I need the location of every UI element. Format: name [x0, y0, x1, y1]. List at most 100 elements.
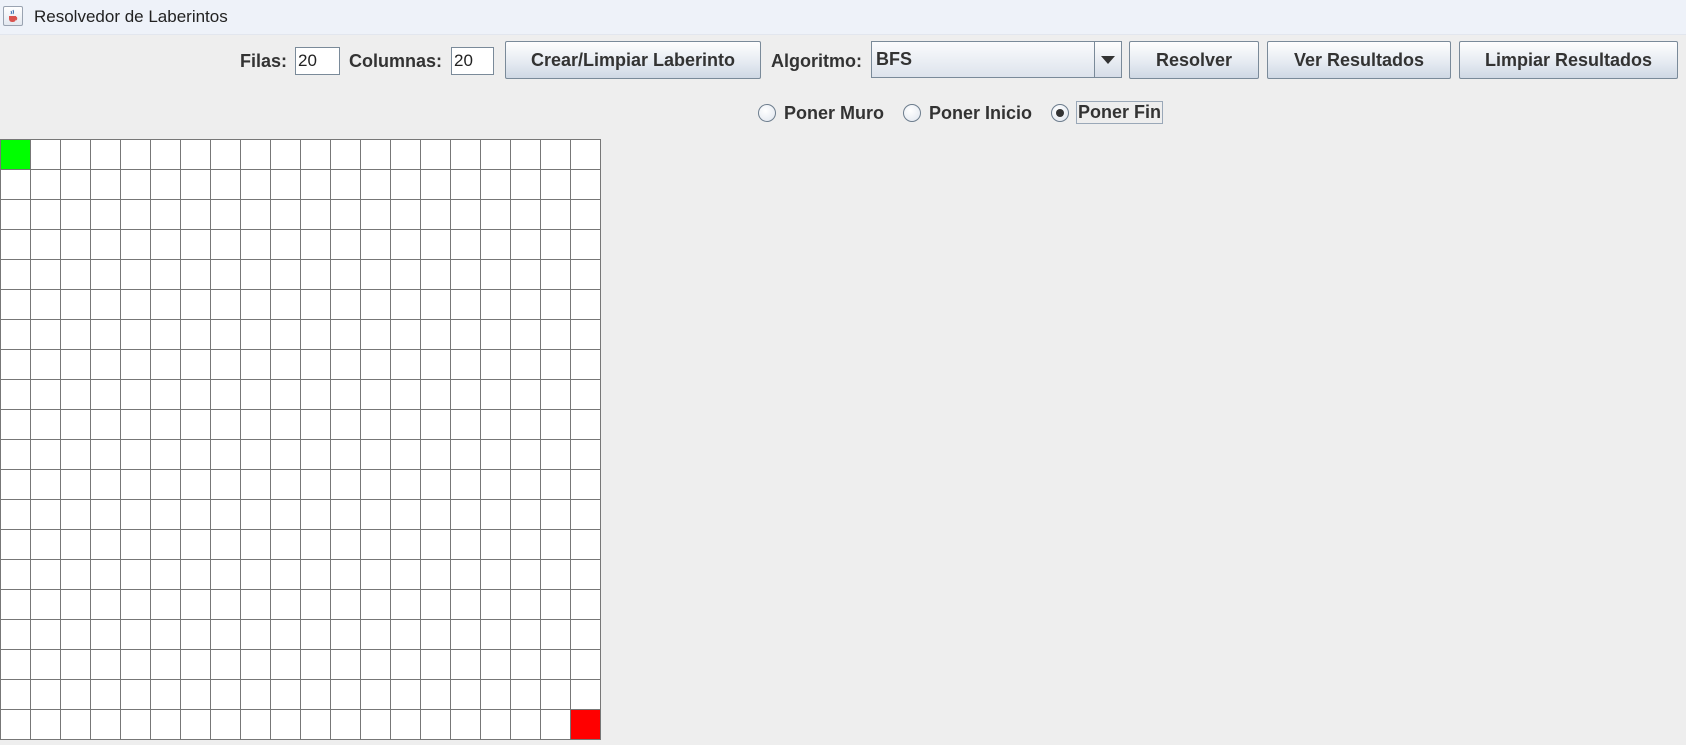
maze-cell[interactable]: [91, 290, 121, 320]
maze-cell[interactable]: [391, 200, 421, 230]
maze-cell[interactable]: [421, 500, 451, 530]
maze-cell[interactable]: [331, 140, 361, 170]
maze-cell[interactable]: [91, 230, 121, 260]
maze-cell[interactable]: [211, 560, 241, 590]
maze-cell[interactable]: [511, 170, 541, 200]
maze-cell[interactable]: [31, 680, 61, 710]
maze-cell[interactable]: [361, 560, 391, 590]
maze-cell[interactable]: [151, 590, 181, 620]
maze-cell[interactable]: [391, 680, 421, 710]
maze-cell[interactable]: [331, 530, 361, 560]
maze-cell[interactable]: [331, 410, 361, 440]
maze-cell[interactable]: [211, 320, 241, 350]
maze-cell[interactable]: [121, 200, 151, 230]
maze-cell[interactable]: [1, 500, 31, 530]
maze-cell[interactable]: [271, 530, 301, 560]
maze-cell[interactable]: [151, 260, 181, 290]
maze-cell[interactable]: [1, 560, 31, 590]
maze-cell[interactable]: [331, 380, 361, 410]
clear-results-button[interactable]: Limpiar Resultados: [1459, 41, 1678, 79]
maze-cell[interactable]: [361, 200, 391, 230]
maze-cell[interactable]: [541, 560, 571, 590]
maze-cell[interactable]: [361, 380, 391, 410]
maze-cell[interactable]: [481, 380, 511, 410]
maze-cell[interactable]: [421, 200, 451, 230]
maze-cell[interactable]: [121, 170, 151, 200]
maze-cell[interactable]: [151, 290, 181, 320]
maze-cell[interactable]: [211, 650, 241, 680]
maze-cell[interactable]: [541, 530, 571, 560]
maze-cell[interactable]: [511, 260, 541, 290]
maze-cell[interactable]: [241, 260, 271, 290]
maze-cell[interactable]: [91, 650, 121, 680]
maze-cell[interactable]: [121, 650, 151, 680]
maze-cell[interactable]: [391, 470, 421, 500]
maze-cell[interactable]: [511, 410, 541, 440]
maze-cell[interactable]: [121, 380, 151, 410]
maze-cell[interactable]: [421, 620, 451, 650]
maze-cell[interactable]: [331, 260, 361, 290]
maze-cell[interactable]: [211, 680, 241, 710]
maze-cell[interactable]: [31, 590, 61, 620]
maze-cell[interactable]: [211, 500, 241, 530]
maze-cell[interactable]: [211, 260, 241, 290]
maze-cell[interactable]: [451, 260, 481, 290]
maze-cell[interactable]: [301, 170, 331, 200]
maze-cell[interactable]: [571, 170, 601, 200]
maze-cell[interactable]: [181, 440, 211, 470]
maze-cell[interactable]: [331, 290, 361, 320]
maze-cell[interactable]: [151, 410, 181, 440]
maze-cell[interactable]: [121, 710, 151, 740]
maze-cell[interactable]: [541, 380, 571, 410]
maze-cell[interactable]: [151, 320, 181, 350]
maze-cell[interactable]: [421, 320, 451, 350]
maze-cell[interactable]: [271, 590, 301, 620]
maze-cell[interactable]: [421, 680, 451, 710]
maze-cell[interactable]: [121, 230, 151, 260]
maze-grid[interactable]: [0, 139, 601, 740]
maze-cell[interactable]: [211, 470, 241, 500]
maze-cell[interactable]: [31, 260, 61, 290]
maze-cell[interactable]: [271, 680, 301, 710]
maze-cell[interactable]: [151, 470, 181, 500]
maze-cell[interactable]: [31, 500, 61, 530]
maze-cell[interactable]: [541, 200, 571, 230]
maze-cell[interactable]: [271, 710, 301, 740]
maze-cell[interactable]: [241, 200, 271, 230]
maze-cell[interactable]: [421, 560, 451, 590]
maze-cell[interactable]: [541, 410, 571, 440]
maze-cell[interactable]: [541, 440, 571, 470]
maze-cell[interactable]: [181, 620, 211, 650]
maze-cell[interactable]: [301, 290, 331, 320]
maze-cell[interactable]: [1, 170, 31, 200]
maze-cell[interactable]: [541, 500, 571, 530]
maze-cell[interactable]: [91, 260, 121, 290]
maze-cell[interactable]: [121, 680, 151, 710]
maze-cell[interactable]: [31, 530, 61, 560]
maze-cell[interactable]: [481, 560, 511, 590]
maze-cell[interactable]: [211, 590, 241, 620]
maze-cell[interactable]: [331, 440, 361, 470]
maze-cell[interactable]: [481, 440, 511, 470]
maze-cell[interactable]: [511, 470, 541, 500]
maze-cell[interactable]: [271, 410, 301, 440]
maze-cell[interactable]: [271, 290, 301, 320]
maze-cell[interactable]: [61, 320, 91, 350]
maze-cell[interactable]: [91, 560, 121, 590]
maze-cell[interactable]: [421, 350, 451, 380]
maze-cell[interactable]: [31, 140, 61, 170]
maze-cell[interactable]: [331, 170, 361, 200]
maze-cell[interactable]: [211, 290, 241, 320]
maze-cell[interactable]: [391, 530, 421, 560]
maze-cell[interactable]: [181, 470, 211, 500]
maze-cell[interactable]: [181, 680, 211, 710]
maze-cell[interactable]: [271, 620, 301, 650]
maze-cell[interactable]: [91, 470, 121, 500]
maze-cell[interactable]: [451, 440, 481, 470]
maze-cell[interactable]: [1, 440, 31, 470]
maze-cell[interactable]: [31, 650, 61, 680]
maze-cell[interactable]: [571, 320, 601, 350]
maze-cell[interactable]: [331, 590, 361, 620]
maze-cell[interactable]: [241, 170, 271, 200]
maze-cell[interactable]: [301, 380, 331, 410]
